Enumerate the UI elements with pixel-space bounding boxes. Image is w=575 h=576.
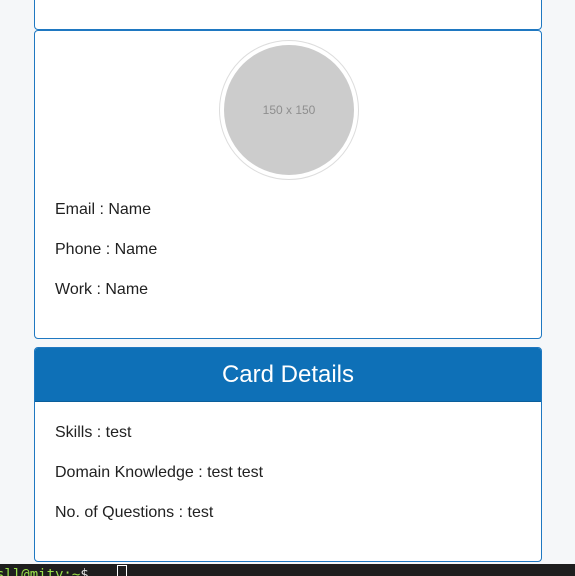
skills-text: Skills : test <box>55 424 132 441</box>
email-text: Email : Name <box>55 201 152 218</box>
terminal-strip[interactable]: sll@mity:~$ <box>0 564 575 576</box>
terminal-cursor <box>117 565 127 576</box>
previous-card <box>34 0 542 30</box>
terminal-prompt: sll@mity:~$ <box>0 568 89 576</box>
domain-knowledge-text: Domain Knowledge : test test <box>55 464 264 481</box>
terminal-prompt-host: sll@mity:~ <box>0 567 81 576</box>
avatar-placeholder-image: 150 x 150 <box>224 45 354 175</box>
terminal-prompt-symbol: $ <box>80 567 89 576</box>
card-details-header: Card Details <box>35 348 541 402</box>
work-text: Work : Name <box>55 281 149 298</box>
card-details-title: Card Details <box>221 360 355 388</box>
questions-count-text: No. of Questions : test <box>55 504 214 521</box>
phone-text: Phone : Name <box>55 241 158 258</box>
avatar: 150 x 150 <box>219 40 359 180</box>
profile-card: 150 x 150 Email : Name Phone : Name Work… <box>34 30 542 339</box>
card-details-card: Card Details Skills : test Domain Knowle… <box>34 347 542 562</box>
avatar-placeholder-label: 150 x 150 <box>262 103 316 117</box>
